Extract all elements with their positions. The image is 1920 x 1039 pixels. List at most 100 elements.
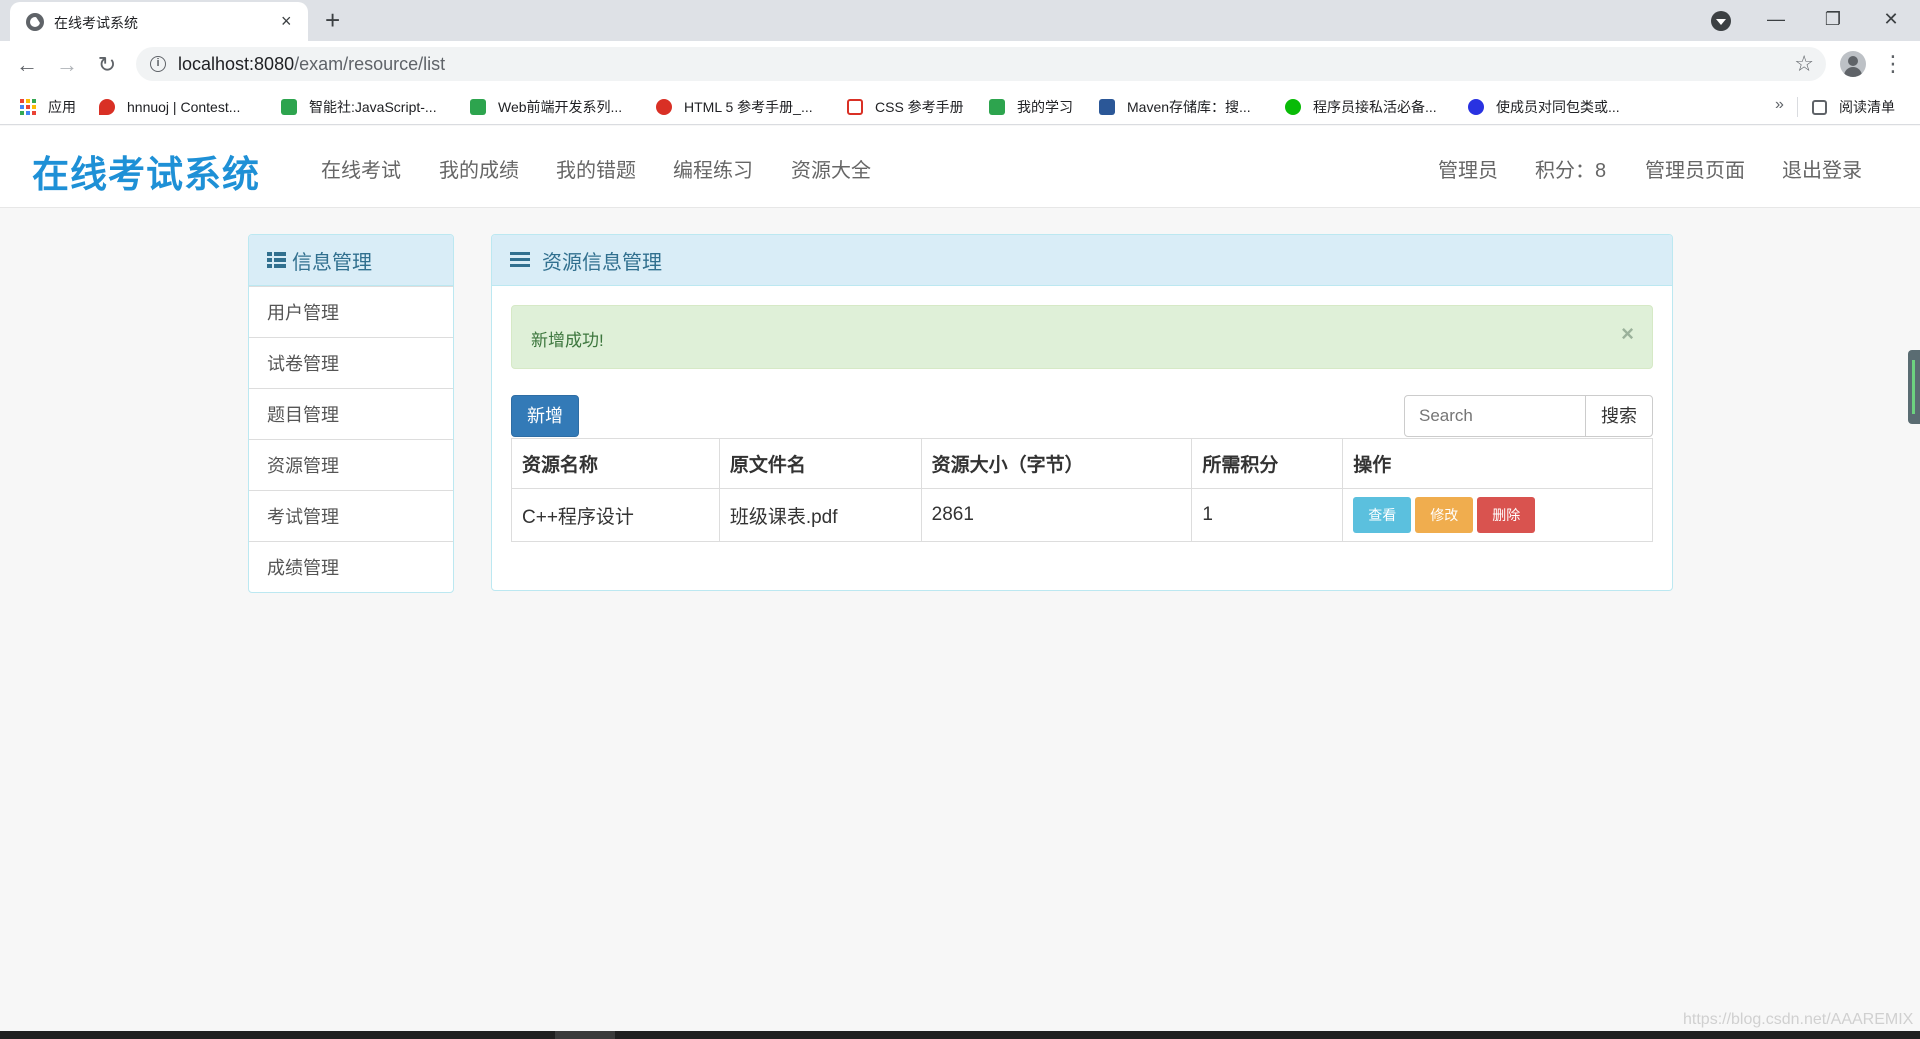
url-path: /exam/resource/list <box>294 54 446 74</box>
success-alert: 新增成功! × <box>511 305 1653 369</box>
bookmark-item[interactable]: CSS 参考手册 <box>847 95 964 119</box>
url-host: localhost:8080 <box>178 54 295 74</box>
table-header-row: 资源名称 原文件名 资源大小（字节） 所需积分 操作 <box>511 438 1653 489</box>
bookmark-item[interactable]: Web前端开发系列... <box>470 95 622 119</box>
profile-avatar-icon[interactable] <box>1840 51 1866 77</box>
bookmarks-bar: 应用 hnnuoj | Contest... 智能社:JavaScript-..… <box>0 88 1920 125</box>
bookmark-item[interactable]: HTML 5 参考手册_... <box>656 95 813 119</box>
bookmarks-overflow-icon[interactable]: » <box>1775 96 1784 114</box>
edit-button[interactable]: 修改 <box>1415 497 1474 533</box>
th-list-icon <box>267 252 286 268</box>
owl-icon <box>656 99 672 115</box>
css-icon <box>847 99 863 115</box>
url-text[interactable]: localhost:8080/exam/resource/list <box>178 54 445 75</box>
bookmark-item[interactable]: 我的学习 <box>989 95 1073 119</box>
bookmark-green-icon <box>989 99 1005 115</box>
watermark-text: https://blog.csdn.net/AAAREMIX <box>1683 1011 1914 1028</box>
nav-admin-page[interactable]: 管理员页面 <box>1645 154 1745 183</box>
bookmark-label: CSS 参考手册 <box>875 99 964 115</box>
nav-logout[interactable]: 退出登录 <box>1782 154 1862 183</box>
nav-resources[interactable]: 资源大全 <box>791 154 871 183</box>
bookmark-label: 应用 <box>48 99 76 115</box>
column-header: 操作 <box>1342 438 1653 489</box>
taskbar-item[interactable] <box>555 1031 615 1039</box>
sidebar-item-scores[interactable]: 成绩管理 <box>249 541 453 592</box>
points-cell: 1 <box>1191 488 1344 542</box>
minimize-button[interactable]: — <box>1758 4 1794 34</box>
wechat-icon <box>1285 99 1301 115</box>
bookmark-item[interactable]: hnnuoj | Contest... <box>99 95 240 119</box>
sidebar-item-users[interactable]: 用户管理 <box>249 286 453 337</box>
admin-sidebar: 信息管理 用户管理 试卷管理 题目管理 资源管理 考试管理 成绩管理 <box>248 234 454 593</box>
reading-list[interactable]: 阅读清单 <box>1812 95 1895 119</box>
bookmark-item[interactable]: 程序员接私活必备... <box>1285 95 1437 119</box>
reading-list-icon <box>1812 99 1827 115</box>
search-button[interactable]: 搜索 <box>1585 395 1653 437</box>
sidebar-item-questions[interactable]: 题目管理 <box>249 388 453 439</box>
nav-my-mistakes[interactable]: 我的错题 <box>556 154 636 183</box>
search-input[interactable] <box>1404 395 1586 437</box>
nav-coding-practice[interactable]: 编程练习 <box>673 154 753 183</box>
browser-toolbar: ← → ↻ i localhost:8080/exam/resource/lis… <box>0 41 1920 88</box>
add-resource-button[interactable]: 新增 <box>511 395 579 437</box>
bookmark-item[interactable]: 智能社:JavaScript-... <box>281 95 437 119</box>
reading-list-label: 阅读清单 <box>1839 99 1895 115</box>
alert-close-icon[interactable]: × <box>1621 322 1634 346</box>
nav-user[interactable]: 管理员 <box>1438 154 1498 183</box>
resource-table: 资源名称 原文件名 资源大小（字节） 所需积分 操作 C++程序设计 班级课表.… <box>511 438 1653 542</box>
forward-button[interactable]: → <box>52 50 82 80</box>
baidu-icon <box>1468 99 1484 115</box>
bookmark-apps[interactable]: 应用 <box>20 95 76 119</box>
bookmark-label: 使成员对同包类或... <box>1496 99 1620 115</box>
delete-button[interactable]: 删除 <box>1477 497 1536 533</box>
panel-header: 资源信息管理 <box>492 235 1672 286</box>
address-bar[interactable]: i localhost:8080/exam/resource/list ☆ <box>136 47 1826 81</box>
nav-points: 积分：8 <box>1535 160 1607 182</box>
nav-online-exam[interactable]: 在线考试 <box>321 154 401 183</box>
new-tab-button[interactable]: + <box>325 6 340 34</box>
resource-name-cell: C++程序设计 <box>511 488 720 542</box>
globe-icon <box>26 13 44 31</box>
bookmarks-divider <box>1797 97 1798 117</box>
bookmark-green-icon <box>470 99 486 115</box>
table-row: C++程序设计 班级课表.pdf 2861 1 查看 修改 删除 <box>511 488 1653 542</box>
column-header: 原文件名 <box>718 438 922 489</box>
site-info-icon[interactable]: i <box>150 56 166 72</box>
bookmark-item[interactable]: 使成员对同包类或... <box>1468 95 1620 119</box>
bookmark-item[interactable]: Maven存储库：搜... <box>1099 95 1251 119</box>
sidebar-title: 信息管理 <box>292 251 372 274</box>
bookmark-label: 我的学习 <box>1017 99 1073 115</box>
bookmark-star-icon[interactable]: ☆ <box>1794 51 1814 77</box>
bookmark-label: Web前端开发系列... <box>498 99 623 115</box>
sidebar-header: 信息管理 <box>249 235 453 286</box>
close-window-button[interactable]: ✕ <box>1873 4 1909 34</box>
bookmark-label: hnnuoj | Contest... <box>127 99 241 115</box>
browser-tab[interactable]: 在线考试系统 × <box>10 2 308 41</box>
alert-message: 新增成功! <box>531 331 604 350</box>
os-taskbar <box>0 1031 1920 1039</box>
site-brand[interactable]: 在线考试系统 <box>32 144 260 198</box>
column-header: 所需积分 <box>1191 438 1344 489</box>
browser-menu-icon[interactable]: ⋮ <box>1882 49 1904 79</box>
view-button[interactable]: 查看 <box>1353 497 1412 533</box>
sidebar-item-papers[interactable]: 试卷管理 <box>249 337 453 388</box>
bookmark-label: 程序员接私活必备... <box>1313 99 1437 115</box>
apps-grid-icon <box>20 99 36 115</box>
tab-close-icon[interactable]: × <box>281 11 292 31</box>
pin-icon <box>99 99 115 115</box>
panel-title: 资源信息管理 <box>542 251 662 274</box>
list-bars-icon <box>510 252 530 268</box>
sidebar-item-resources[interactable]: 资源管理 <box>249 439 453 490</box>
reload-button[interactable]: ↻ <box>92 50 122 80</box>
back-button[interactable]: ← <box>12 50 42 80</box>
actions-cell: 查看 修改 删除 <box>1342 488 1653 542</box>
search-group: 搜索 <box>1404 395 1653 437</box>
nav-my-scores[interactable]: 我的成绩 <box>439 154 519 183</box>
maximize-button[interactable]: ❐ <box>1815 4 1851 34</box>
column-header: 资源名称 <box>511 438 720 489</box>
tab-search-icon[interactable] <box>1711 11 1731 31</box>
bookmark-green-icon <box>281 99 297 115</box>
side-widget-handle[interactable] <box>1908 350 1920 424</box>
size-cell: 2861 <box>920 488 1193 542</box>
sidebar-item-exams[interactable]: 考试管理 <box>249 490 453 541</box>
